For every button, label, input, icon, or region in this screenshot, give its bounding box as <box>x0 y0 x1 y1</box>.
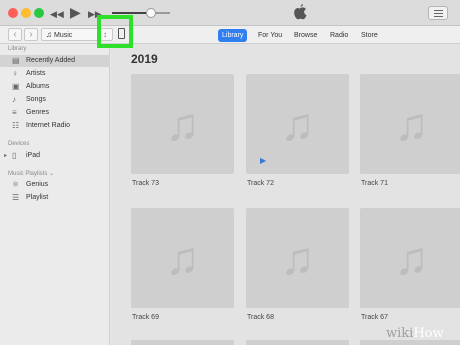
sidebar-item-label: iPad <box>26 152 41 159</box>
sidebar-item-label: Playlist <box>26 194 49 201</box>
media-picker-label: Music <box>54 32 73 39</box>
album-title[interactable]: Track 73 <box>132 180 159 187</box>
tab-store[interactable]: Store <box>357 29 382 42</box>
library-header: Library <box>8 46 27 52</box>
tab-library[interactable]: Library <box>218 29 248 42</box>
playlist-icon: ☰ <box>12 193 20 202</box>
tab-browse[interactable]: Browse <box>290 29 321 42</box>
music-note-icon: ♫ <box>165 98 200 150</box>
volume-fill <box>112 12 147 14</box>
device-button-highlight <box>97 15 133 48</box>
sidebar: Library ▤ Recently Added ♀ Artists ▣ Alb… <box>0 44 110 345</box>
album-title[interactable]: Track 72 <box>247 180 274 187</box>
tab-for-you[interactable]: For You <box>254 29 286 42</box>
genius-icon: ⚛ <box>12 180 20 189</box>
album-artwork[interactable]: ♫ <box>131 74 234 174</box>
volume-knob[interactable] <box>146 8 156 18</box>
sidebar-item-playlist[interactable]: ☰ Playlist <box>0 192 110 204</box>
album-title[interactable]: Track 69 <box>132 314 159 321</box>
close-window-button[interactable] <box>8 8 18 18</box>
album-artwork[interactable]: ♫ <box>131 208 234 308</box>
sidebar-item-ipad[interactable]: ▸ ▯ iPad <box>0 150 110 162</box>
recently-added-icon: ▤ <box>12 56 20 65</box>
back-button[interactable]: ‹ <box>8 28 22 41</box>
devices-header: Devices <box>8 141 30 147</box>
forward-button[interactable]: › <box>24 28 38 41</box>
music-note-icon: ♫ <box>46 30 52 39</box>
wikihow-watermark: wikiHow <box>386 326 444 341</box>
sidebar-item-genres[interactable]: ≡ Genres <box>0 107 110 119</box>
sidebar-item-recently-added[interactable]: ▤ Recently Added <box>0 55 110 67</box>
music-playlists-header[interactable]: Music Playlists ⌄ <box>8 170 54 177</box>
section-year-title: 2019 <box>131 52 158 66</box>
album-title[interactable]: Track 68 <box>247 314 274 321</box>
disclosure-arrow-icon[interactable]: ▸ <box>4 150 7 162</box>
title-bar: ◀◀ ▶ ▶▶ <box>0 0 460 26</box>
navigation-bar: ‹ › ♫ Music ↕ Library For You Browse Radi… <box>0 26 460 44</box>
sidebar-item-label: Songs <box>26 96 46 103</box>
music-note-icon: ♫ <box>394 232 429 284</box>
album-artwork[interactable] <box>131 340 234 345</box>
apple-logo-icon <box>294 4 307 20</box>
ipad-icon: ▯ <box>12 151 17 160</box>
sidebar-item-albums[interactable]: ▣ Albums <box>0 81 110 93</box>
play-badge-icon[interactable]: ▶ <box>260 156 266 165</box>
zoom-window-button[interactable] <box>34 8 44 18</box>
play-icon[interactable]: ▶ <box>70 4 81 20</box>
music-note-icon: ♫ <box>280 232 315 284</box>
album-artwork[interactable]: ♫ <box>246 208 349 308</box>
album-artwork[interactable]: ♫ <box>360 74 460 174</box>
itunes-window: ◀◀ ▶ ▶▶ ‹ › ♫ Music ↕ Library For You Bro… <box>0 0 460 345</box>
sidebar-item-artists[interactable]: ♀ Artists <box>0 68 110 80</box>
sidebar-item-label: Recently Added <box>26 57 76 64</box>
rewind-icon[interactable]: ◀◀ <box>50 6 64 22</box>
sidebar-item-label: Internet Radio <box>26 122 70 129</box>
genres-icon: ≡ <box>12 108 17 117</box>
internet-radio-icon: ☷ <box>12 121 20 130</box>
albums-icon: ▣ <box>12 82 20 91</box>
sidebar-item-label: Albums <box>26 83 50 90</box>
sidebar-item-internet-radio[interactable]: ☷ Internet Radio <box>0 120 110 132</box>
sidebar-item-songs[interactable]: ♪ Songs <box>0 94 110 106</box>
music-note-icon: ♫ <box>280 98 315 150</box>
sidebar-item-genius[interactable]: ⚛ Genius <box>0 179 110 191</box>
sidebar-item-label: Genius <box>26 181 49 188</box>
album-artwork[interactable]: ♫ <box>360 208 460 308</box>
album-title[interactable]: Track 67 <box>361 314 388 321</box>
album-grid: 2019 ♫ Track 73 ♫ ▶ Track 72 ♫ Track 71 … <box>111 44 460 345</box>
music-note-icon: ♫ <box>394 98 429 150</box>
album-artwork[interactable] <box>246 340 349 345</box>
album-artwork[interactable]: ♫ ▶ <box>246 74 349 174</box>
tab-radio[interactable]: Radio <box>326 29 352 42</box>
music-note-icon: ♫ <box>165 232 200 284</box>
artists-icon: ♀ <box>12 69 18 78</box>
volume-slider[interactable] <box>112 12 170 14</box>
list-icon[interactable] <box>428 6 448 20</box>
minimize-window-button[interactable] <box>21 8 31 18</box>
album-title[interactable]: Track 71 <box>361 180 388 187</box>
songs-icon: ♪ <box>12 95 16 104</box>
sidebar-item-label: Genres <box>26 109 49 116</box>
sidebar-item-label: Artists <box>26 70 46 77</box>
